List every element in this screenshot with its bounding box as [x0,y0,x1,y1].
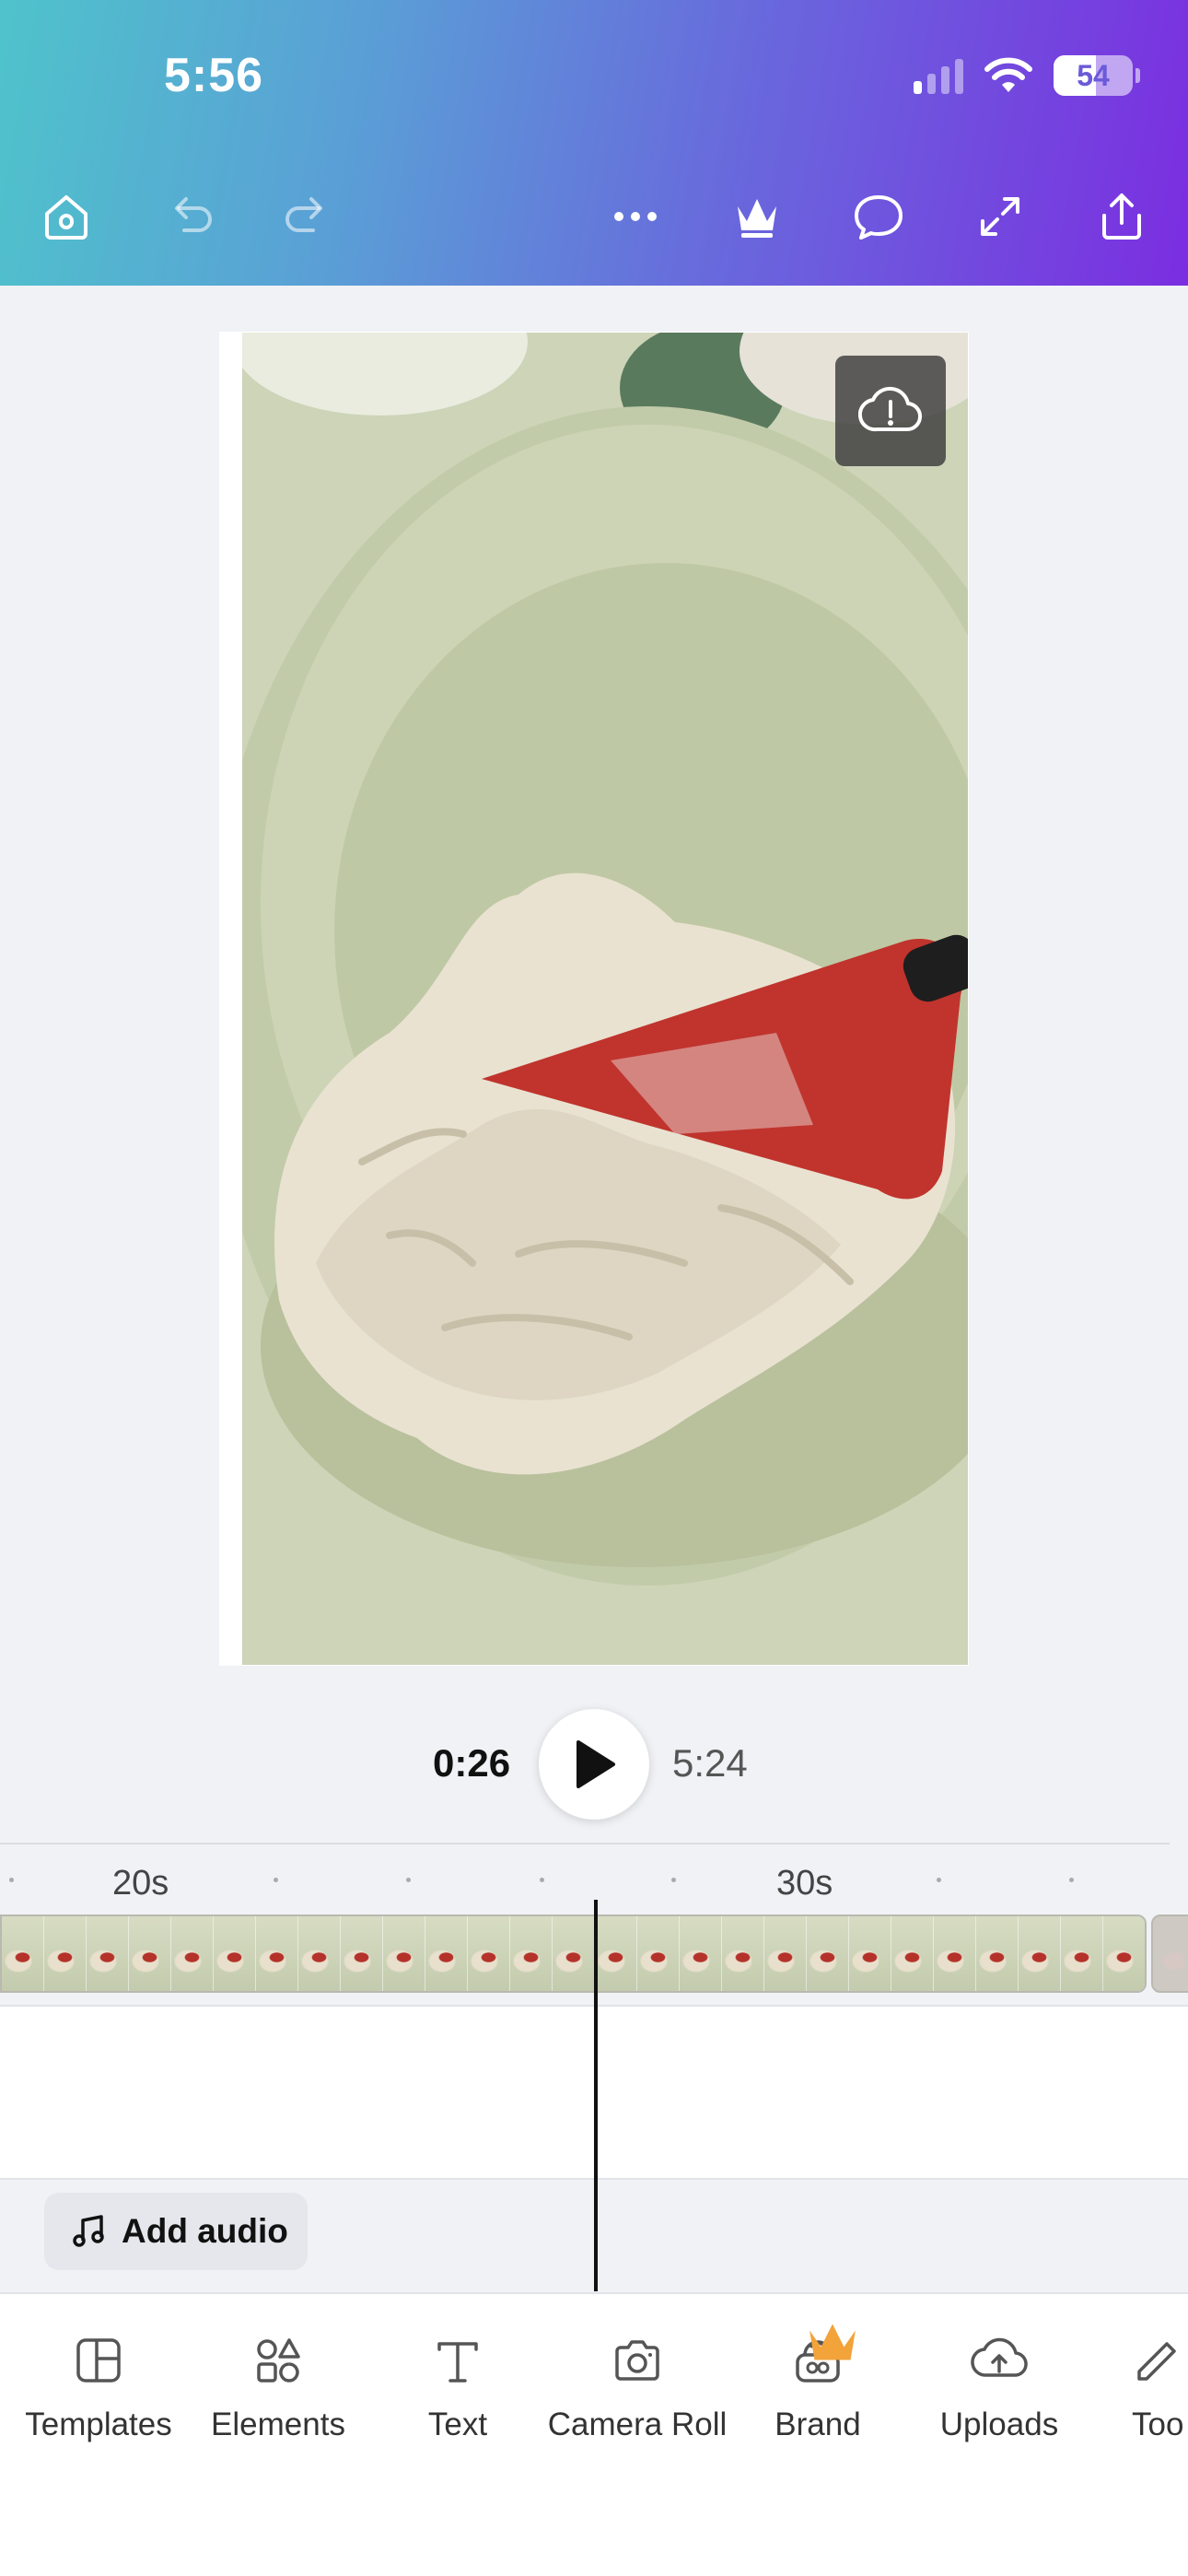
home-icon [45,195,87,240]
clip-thumbnail [341,1916,383,1991]
next-video-clip[interactable] [1151,1914,1188,1993]
total-duration: 5:24 [672,1741,748,1785]
more-button[interactable] [603,184,668,249]
nav-tools[interactable]: Too [1073,2331,1188,2443]
text-icon [437,2342,478,2383]
camera-icon [615,2340,659,2381]
nav-elements[interactable]: Elements [186,2331,370,2443]
status-time: 5:56 [164,49,264,102]
share-button[interactable] [1089,184,1154,249]
clip-thumbnail [214,1916,256,1991]
redo-icon [285,197,322,232]
clip-thumbnail [595,1916,637,1991]
tick-dot [1069,1878,1074,1882]
upload-status-button[interactable] [835,356,946,466]
tick-dot [540,1878,544,1882]
clip-thumbnail [510,1916,553,1991]
clip-thumbnail [425,1916,468,1991]
fullscreen-button[interactable] [968,184,1032,249]
playhead[interactable] [594,1900,598,2291]
add-audio-label: Add audio [122,2212,288,2250]
home-button[interactable] [34,184,99,249]
add-audio-button[interactable]: Add audio [44,2193,308,2270]
tick-dot [937,1878,941,1882]
clip-thumbnail [722,1916,764,1991]
clip-thumbnail [680,1916,722,1991]
video-element[interactable] [242,333,968,1665]
nav-label: Elements [211,2406,345,2442]
battery-icon: 54 [1054,55,1140,96]
undo-icon [175,197,212,232]
tick-dot [274,1878,278,1882]
play-button[interactable] [539,1709,649,1820]
cellular-signal-icon [914,57,963,94]
tick-label-30s: 30s [776,1864,833,1903]
clip-thumbnail [1019,1916,1061,1991]
more-icon [614,212,657,221]
video-clip-track[interactable] [0,1914,1147,1993]
clip-thumbnail [129,1916,171,1991]
premium-button[interactable] [725,184,789,249]
tick-dot [9,1878,14,1882]
clip-thumbnail [891,1916,934,1991]
clip-thumbnail [298,1916,341,1991]
clip-thumbnail [934,1916,976,1991]
clip-thumbnail [2,1916,44,1991]
clip-thumbnail [44,1916,87,1991]
clip-thumbnail [976,1916,1019,1991]
status-icons: 54 [914,55,1140,96]
video-frame-image [242,333,968,1665]
share-icon [1102,193,1141,240]
crown-icon [809,2324,856,2360]
nav-label: Camera Roll [547,2406,728,2442]
clip-thumbnail [1146,1916,1147,1991]
clip-thumbnail [849,1916,891,1991]
clip-thumbnail [171,1916,214,1991]
music-note-icon [73,2215,104,2247]
tick-label-20s: 20s [112,1864,169,1903]
nav-templates[interactable]: Templates [6,2331,191,2443]
tick-dot [406,1878,411,1882]
top-header: 5:56 54 [0,0,1188,286]
nav-camera-roll[interactable]: Camera Roll [545,2331,729,2443]
nav-label: Uploads [939,2406,1059,2442]
nav-label: Brand [775,2406,861,2442]
clip-thumbnail [383,1916,425,1991]
comment-button[interactable] [846,184,911,249]
uploads-icon [971,2337,1028,2377]
play-icon [577,1740,615,1788]
nav-label: Text [427,2406,488,2442]
clip-thumbnail [468,1916,510,1991]
clip-thumbnail [637,1916,680,1991]
templates-icon [76,2338,121,2383]
nav-uploads[interactable]: Uploads [907,2331,1091,2443]
clip-thumbnail [553,1916,595,1991]
nav-label: Too [1132,2406,1184,2442]
expand-icon [981,197,1019,236]
crown-icon [738,199,776,238]
nav-text[interactable]: Text [366,2331,550,2443]
clip-thumbnail [1061,1916,1103,1991]
clip-thumbnail [807,1916,849,1991]
clip-thumbnail [256,1916,298,1991]
nav-brand[interactable]: Brand [726,2324,910,2443]
undo-button[interactable] [158,184,223,249]
battery-level: 54 [1077,58,1110,92]
tick-dot [671,1878,676,1882]
clip-thumbnail [87,1916,129,1991]
clip-thumbnail [1103,1916,1145,1991]
nav-label: Templates [25,2406,172,2442]
redo-button[interactable] [274,184,339,249]
timeline-ruler [0,1843,1170,1844]
tools-icon [1137,2342,1176,2381]
clip-thumbnail [764,1916,807,1991]
current-time: 0:26 [433,1741,511,1785]
cloud-alert-icon [858,386,923,432]
elements-icon [257,2338,300,2383]
wifi-icon [984,57,1032,92]
comment-icon [855,195,903,240]
